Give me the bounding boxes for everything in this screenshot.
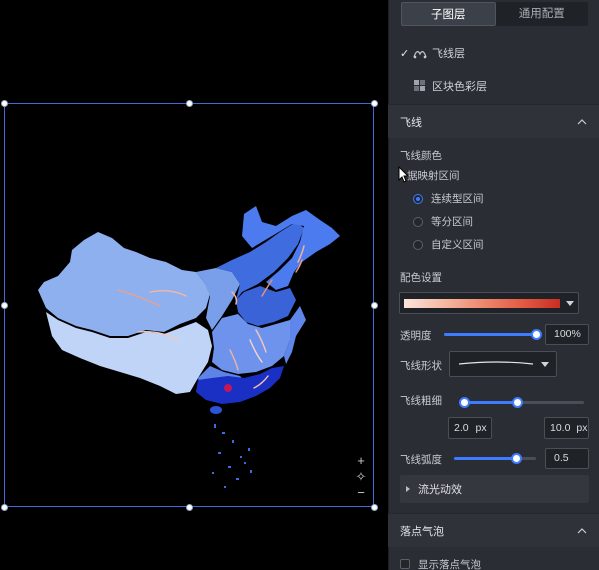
arc-slider-fill (454, 457, 516, 460)
width-max-value: 10.0 (550, 422, 571, 434)
section-title: 飞线 (400, 116, 422, 129)
radio-button[interactable] (413, 239, 423, 250)
opacity-label: 透明度 (400, 330, 432, 342)
check-icon: ✓ (400, 47, 410, 60)
arc-input[interactable]: 0.5 (545, 448, 589, 469)
chevron-up-icon (577, 118, 587, 124)
unit-label: px (475, 422, 487, 434)
width-slider-min-knob[interactable] (459, 397, 470, 408)
arc-slider-knob[interactable] (510, 453, 522, 464)
layer-label: 飞线层 (432, 48, 465, 60)
resize-handle-tl[interactable] (1, 100, 8, 107)
radio-label: 自定义区间 (431, 239, 484, 251)
width-min-value: 2.0 (454, 422, 469, 434)
unit-label: px (576, 422, 588, 434)
shape-select[interactable] (449, 351, 557, 377)
map-canvas[interactable]: + ✧ − (0, 0, 388, 570)
opacity-input[interactable]: 100% (545, 324, 589, 345)
palette-select[interactable] (399, 292, 579, 314)
flight-line-icon (413, 51, 427, 59)
zoom-out-icon[interactable]: − (354, 486, 368, 500)
chevron-up-icon (577, 527, 587, 533)
flow-effect-toggle[interactable]: 流光动效 (400, 475, 589, 503)
checkbox[interactable] (400, 559, 410, 569)
arc-label: 飞线弧度 (400, 454, 442, 466)
section-flight-header[interactable]: 飞线 (388, 104, 599, 138)
width-min-input[interactable]: 2.0 px (448, 417, 492, 439)
line-shape-preview-icon (458, 361, 534, 365)
layer-item-flight[interactable]: ✓ 飞线层 (400, 43, 465, 63)
width-label: 飞线粗细 (400, 395, 442, 407)
flight-color-label: 飞线颜色 (400, 150, 442, 162)
radio-continuous[interactable]: 连续型区间 (413, 191, 484, 206)
resize-handle-tm[interactable] (186, 100, 193, 107)
flow-effect-label: 流光动效 (418, 484, 462, 496)
show-bubble-checkbox-row[interactable]: 显示落点气泡 (400, 554, 481, 570)
palette-gradient (404, 299, 560, 308)
checkbox-label: 显示落点气泡 (418, 558, 481, 570)
shape-label: 飞线形状 (400, 360, 442, 372)
mouse-cursor-icon (398, 166, 410, 183)
panel-tabs: 子图层 通用配置 (401, 2, 588, 26)
region-color-icon (414, 80, 425, 91)
radio-button[interactable] (413, 216, 423, 227)
layer-item-region-color[interactable]: 区块色彩层 (412, 76, 487, 96)
layer-label: 区块色彩层 (432, 81, 487, 93)
radio-custom[interactable]: 自定义区间 (413, 237, 484, 252)
opacity-slider-knob[interactable] (531, 329, 542, 340)
radio-equal[interactable]: 等分区间 (413, 214, 473, 229)
tab-general-config[interactable]: 通用配置 (496, 2, 589, 26)
resize-handle-ml[interactable] (1, 302, 8, 309)
caret-right-icon (406, 486, 410, 492)
resize-handle-mr[interactable] (371, 302, 378, 309)
resize-handle-tr[interactable] (371, 100, 378, 107)
radio-label: 连续型区间 (431, 193, 484, 205)
opacity-slider-fill (444, 333, 536, 336)
zoom-in-icon[interactable]: + (354, 454, 368, 468)
section-bubble-header[interactable]: 落点气泡 (388, 513, 599, 547)
resize-handle-bl[interactable] (1, 504, 8, 511)
radio-button[interactable] (413, 193, 423, 204)
resize-handle-br[interactable] (371, 504, 378, 511)
chevron-down-icon (566, 301, 574, 306)
reset-view-icon[interactable]: ✧ (354, 470, 368, 484)
mapping-range-label: 据映射区间 (407, 170, 460, 182)
resize-handle-bm[interactable] (186, 504, 193, 511)
tab-sublayers[interactable]: 子图层 (401, 2, 496, 26)
width-slider-fill (464, 401, 517, 404)
width-slider-max-knob[interactable] (511, 397, 523, 408)
selection-box[interactable] (4, 103, 374, 507)
radio-label: 等分区间 (431, 216, 473, 228)
width-max-input[interactable]: 10.0 px (544, 417, 589, 439)
section-title: 落点气泡 (400, 525, 444, 538)
palette-label: 配色设置 (400, 272, 442, 284)
chevron-down-icon (541, 362, 549, 367)
